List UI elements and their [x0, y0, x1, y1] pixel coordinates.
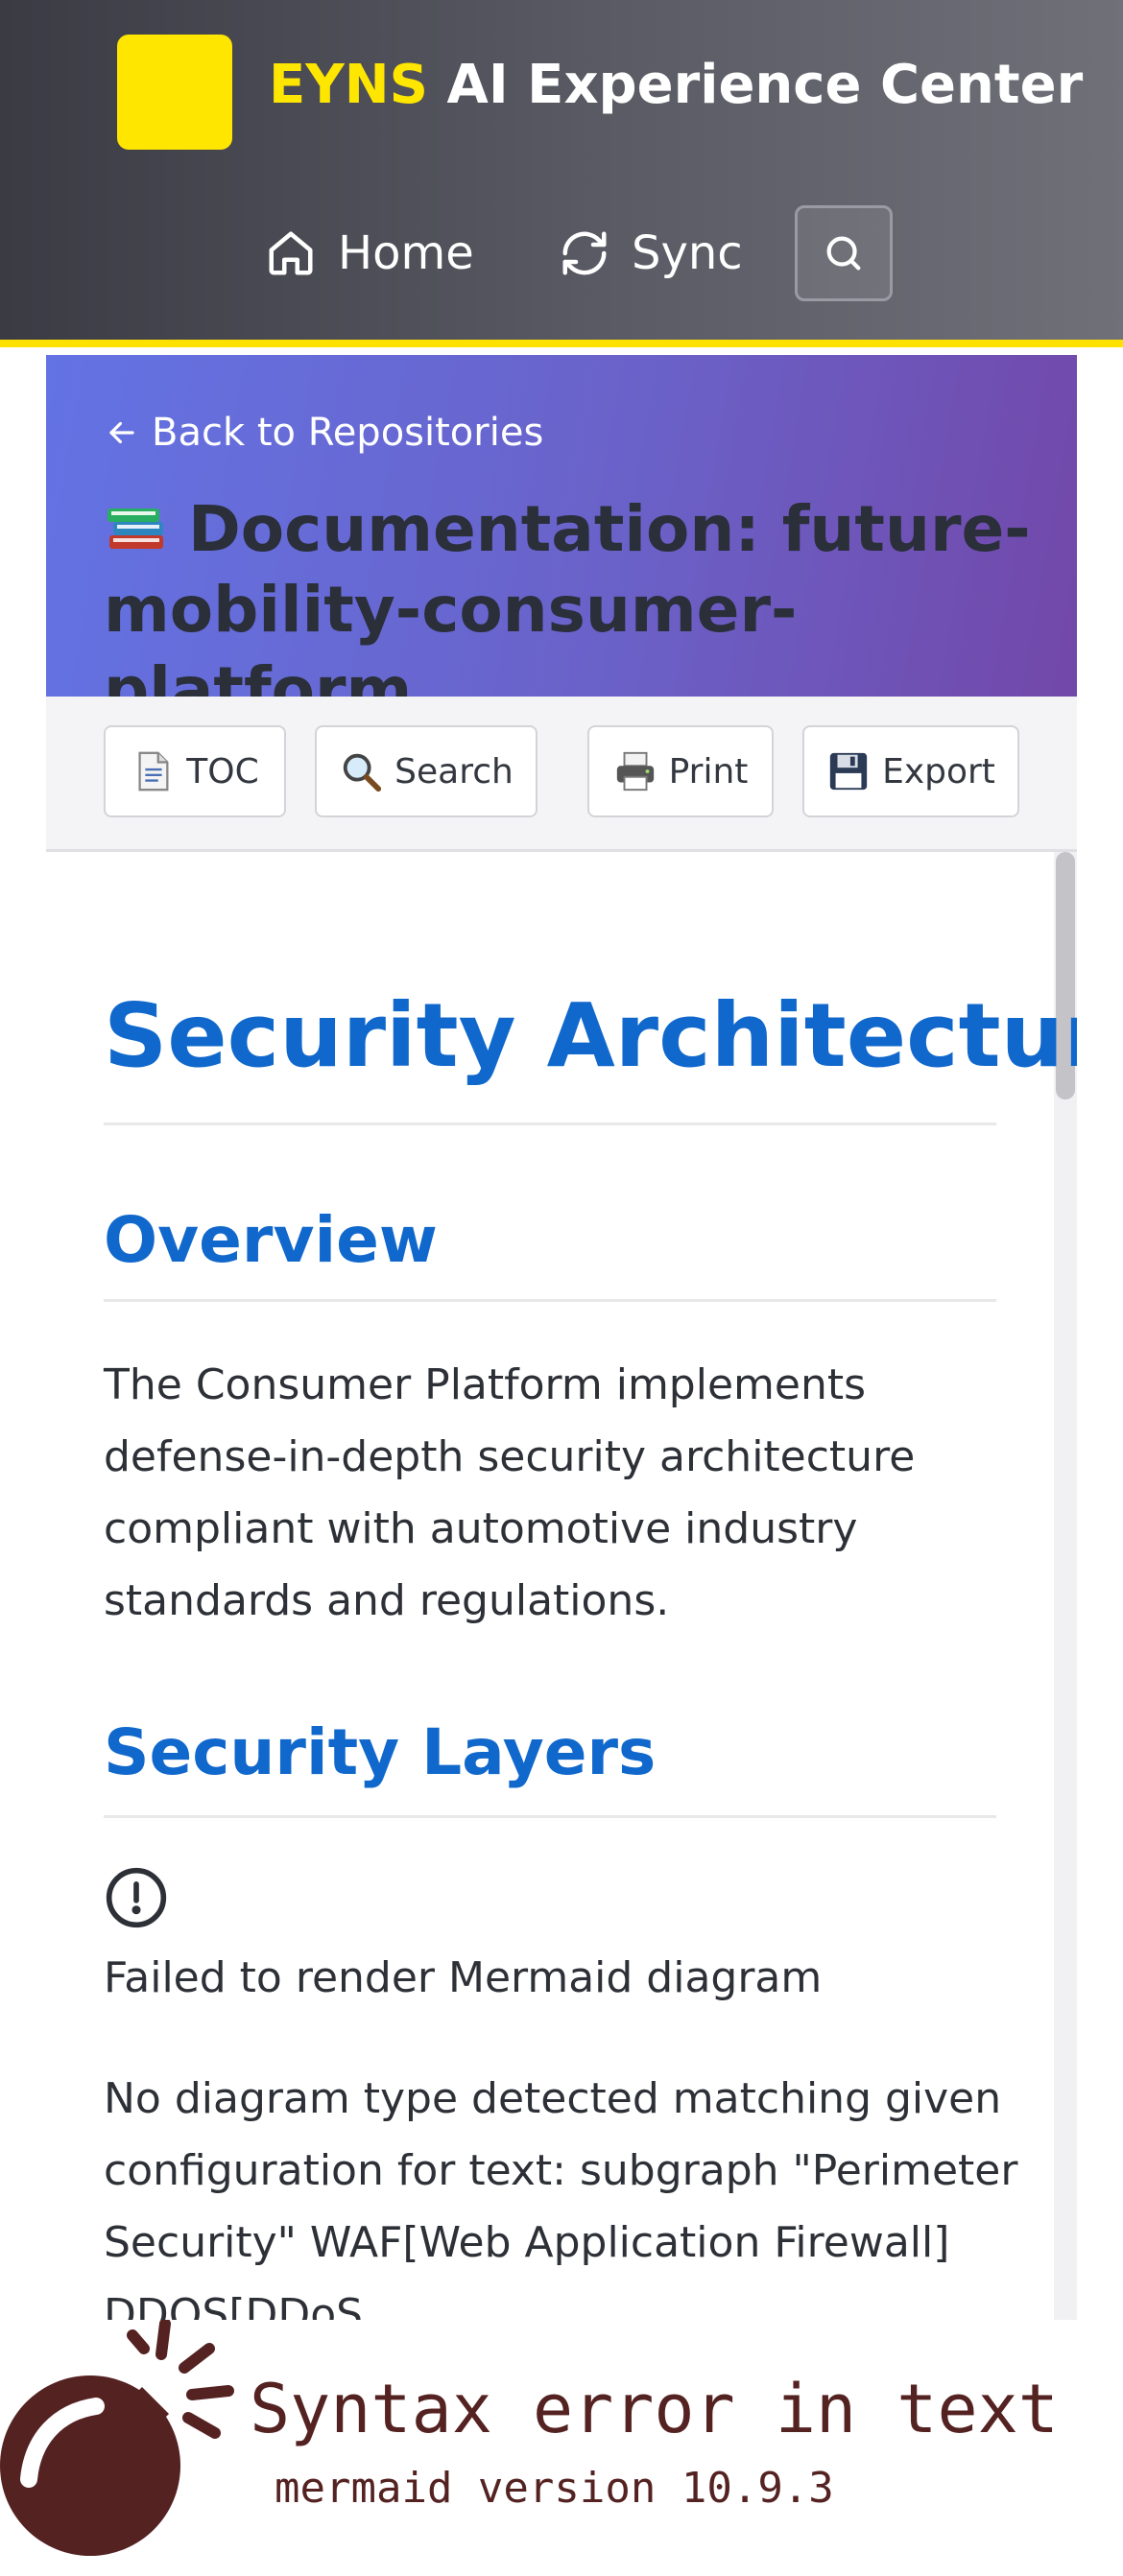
print-label: Print [668, 751, 749, 792]
diagram-error-message: Failed to render Mermaid diagram [104, 1953, 823, 2002]
toc-button[interactable]: TOC [104, 725, 286, 817]
overview-heading: Overview [104, 1203, 438, 1277]
nav-sync-label: Sync [632, 226, 743, 280]
section-heading: Security Architecture [104, 984, 1077, 1087]
doc-hero: Back to Repositories Documentation: futu… [46, 355, 1077, 727]
app-header: EYNS AI Experience Center Home Sync [0, 0, 1123, 347]
sync-icon [562, 231, 607, 275]
main-nav: Home Sync [0, 205, 1123, 301]
floppy-disk-icon [829, 752, 868, 791]
document-icon [138, 751, 169, 792]
syntax-error-title: Syntax error in text [250, 2370, 1059, 2448]
books-icon [108, 508, 163, 549]
page-title-text: Documentation: future-mobility-consumer-… [104, 492, 1031, 727]
page-title: Documentation: future-mobility-consumer-… [104, 489, 1063, 731]
doc-toolbar: TOC Search Print Export [46, 697, 1077, 852]
home-icon [269, 231, 313, 275]
search-button[interactable] [795, 205, 893, 301]
back-to-repositories-link[interactable]: Back to Repositories [104, 411, 543, 455]
app-title: EYNS AI Experience Center [269, 54, 1083, 116]
printer-icon [616, 751, 654, 792]
mermaid-error-banner: Syntax error in text mermaid version 10.… [0, 2320, 1123, 2576]
nav-home-label: Home [338, 226, 474, 280]
overview-text: The Consumer Platform implements defense… [104, 1360, 916, 1625]
heading-divider [104, 1123, 996, 1125]
heading-divider [104, 1299, 996, 1302]
arrow-left-icon [109, 421, 134, 444]
toc-label: TOC [186, 751, 259, 792]
print-button[interactable]: Print [587, 725, 774, 817]
back-link-label: Back to Repositories [152, 411, 544, 455]
brand-accent: EYNS [269, 54, 429, 116]
alert-circle-icon [106, 1867, 167, 1928]
mermaid-version: mermaid version 10.9.3 [275, 2464, 834, 2513]
doc-search-button[interactable]: Search [315, 725, 538, 817]
doc-content: Security Architecture Overview The Consu… [46, 852, 1077, 2320]
page: EYNS AI Experience Center Home Sync Back… [0, 0, 1123, 2576]
security-layers-heading: Security Layers [104, 1715, 657, 1789]
search-icon [826, 236, 861, 271]
bomb-icon [0, 2320, 234, 2556]
heading-divider [104, 1815, 996, 1818]
brand-rest: AI Experience Center [428, 54, 1084, 116]
search-label: Search [394, 751, 514, 792]
diagram-error-detail: No diagram type detected matching given … [104, 2074, 1018, 2320]
export-button[interactable]: Export [802, 725, 1019, 817]
logo[interactable] [117, 35, 232, 150]
nav-sync-link[interactable]: Sync [559, 205, 743, 301]
export-label: Export [882, 751, 995, 792]
magnifier-icon [343, 753, 382, 792]
nav-home-link[interactable]: Home [265, 205, 474, 301]
